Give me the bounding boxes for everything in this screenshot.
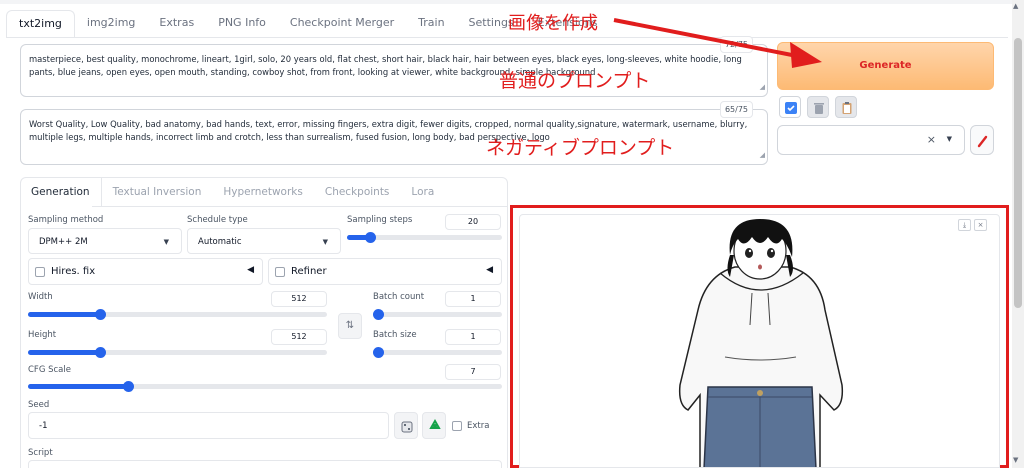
script-select[interactable] <box>28 460 502 468</box>
script-label: Script <box>28 448 53 458</box>
sampling-steps-input[interactable]: 20 <box>445 214 501 230</box>
trash-icon <box>814 103 824 114</box>
sampling-method-value: DPM++ 2M <box>39 237 88 247</box>
styles-select[interactable]: × ▼ <box>777 125 965 155</box>
output-image-area[interactable]: ⤓ × <box>519 214 1000 468</box>
schedule-type-label: Schedule type <box>187 215 248 225</box>
sub-tabs: Generation Textual Inversion Hypernetwor… <box>20 177 445 207</box>
subtab-divider <box>92 206 508 207</box>
width-slider[interactable] <box>28 309 327 320</box>
slider-thumb[interactable] <box>373 309 384 320</box>
height-label: Height <box>28 330 57 340</box>
swap-arrows-icon: ⇅ <box>345 320 355 331</box>
slider-fill <box>28 350 100 355</box>
refiner-checkbox[interactable] <box>275 267 285 277</box>
annotation-normal-prompt: 普通のプロンプト <box>499 70 651 92</box>
seed-label: Seed <box>28 400 50 410</box>
slider-thumb[interactable] <box>122 381 134 392</box>
cfg-scale-slider[interactable] <box>28 381 502 392</box>
cfg-scale-input[interactable]: 7 <box>445 364 501 380</box>
hires-fix-label: Hires. fix <box>51 266 96 277</box>
extra-seed-label: Extra <box>467 421 490 431</box>
refiner-accordion[interactable]: Refiner ◀ <box>268 258 502 285</box>
negative-prompt-token-counter: 65/75 <box>719 101 753 118</box>
height-slider[interactable] <box>28 347 327 358</box>
batch-count-input[interactable]: 1 <box>445 291 501 307</box>
caret-left-icon[interactable]: ◀ <box>247 265 254 275</box>
trash-button[interactable] <box>807 96 829 118</box>
tab-extras[interactable]: Extras <box>147 10 206 38</box>
tab-png-info[interactable]: PNG Info <box>206 10 278 38</box>
clipboard-button[interactable] <box>835 96 857 118</box>
extra-seed-checkbox[interactable] <box>452 421 462 431</box>
tab-train[interactable]: Train <box>406 10 456 38</box>
top-strip <box>0 0 1024 4</box>
tab-img2img[interactable]: img2img <box>75 10 148 38</box>
checkbox-tool-button[interactable] <box>779 96 801 118</box>
swap-dimensions-button[interactable]: ⇅ <box>338 313 362 339</box>
tab-txt2img[interactable]: txt2img <box>6 10 75 38</box>
cfg-scale-label: CFG Scale <box>28 365 71 375</box>
subtab-hypernetworks[interactable]: Hypernetworks <box>212 177 313 207</box>
height-input[interactable]: 512 <box>271 329 327 345</box>
batch-count-label: Batch count <box>373 292 425 302</box>
hires-fix-checkbox[interactable] <box>35 267 45 277</box>
random-seed-button[interactable] <box>394 412 418 439</box>
batch-size-input[interactable]: 1 <box>445 329 501 345</box>
width-label: Width <box>28 292 53 302</box>
chevron-down-icon: ▼ <box>946 135 952 143</box>
chevron-down-icon: ▼ <box>163 238 169 246</box>
slider-thumb[interactable] <box>94 347 106 358</box>
schedule-type-select[interactable]: Automatic ▼ <box>187 228 341 254</box>
annotation-negative-prompt: ネガティブプロンプト <box>486 137 675 159</box>
dice-icon <box>401 421 413 433</box>
slider-thumb[interactable] <box>94 309 106 320</box>
subtab-textual-inversion[interactable]: Textual Inversion <box>102 177 213 207</box>
sampling-method-label: Sampling method <box>28 215 104 225</box>
pencil-icon <box>977 135 988 148</box>
hires-fix-accordion[interactable]: Hires. fix ◀ <box>28 258 263 285</box>
subtab-checkpoints[interactable]: Checkpoints <box>314 177 401 207</box>
recycle-icon <box>429 418 441 429</box>
slider-fill <box>28 312 100 317</box>
scrollbar-thumb[interactable] <box>1014 38 1022 308</box>
check-icon <box>785 102 797 114</box>
slider-thumb[interactable] <box>373 347 384 358</box>
clear-icon[interactable]: × <box>927 133 936 146</box>
reuse-seed-button[interactable] <box>422 412 446 439</box>
clipboard-icon <box>842 102 852 114</box>
resize-handle-icon[interactable]: ◢ <box>760 81 765 94</box>
caret-left-icon[interactable]: ◀ <box>486 265 493 275</box>
slider-fill <box>28 384 128 389</box>
sampling-method-select[interactable]: DPM++ 2M ▼ <box>28 228 182 254</box>
output-preview-highlight: ⤓ × <box>510 205 1009 468</box>
batch-count-slider[interactable] <box>373 309 502 320</box>
resize-handle-icon[interactable]: ◢ <box>760 149 765 162</box>
sampling-steps-slider[interactable] <box>347 232 502 243</box>
chevron-down-icon: ▼ <box>322 238 328 246</box>
seed-input[interactable]: -1 <box>28 412 389 439</box>
refiner-label: Refiner <box>291 266 327 277</box>
scroll-up-icon[interactable]: ▲ <box>1013 2 1018 10</box>
annotation-arrow <box>613 18 822 68</box>
generated-image <box>678 219 844 467</box>
annotation-create-image: 画像を作成 <box>508 13 598 34</box>
sampling-steps-label: Sampling steps <box>347 215 413 225</box>
tab-checkpoint-merger[interactable]: Checkpoint Merger <box>278 10 406 38</box>
schedule-type-value: Automatic <box>198 237 242 247</box>
subtab-generation[interactable]: Generation <box>20 177 102 207</box>
batch-size-label: Batch size <box>373 330 417 340</box>
batch-size-slider[interactable] <box>373 347 502 358</box>
width-input[interactable]: 512 <box>271 291 327 307</box>
scroll-down-icon[interactable]: ▼ <box>1013 456 1018 464</box>
tab-divider <box>6 37 1008 38</box>
edit-styles-button[interactable] <box>970 125 994 155</box>
subtab-lora[interactable]: Lora <box>400 177 445 207</box>
